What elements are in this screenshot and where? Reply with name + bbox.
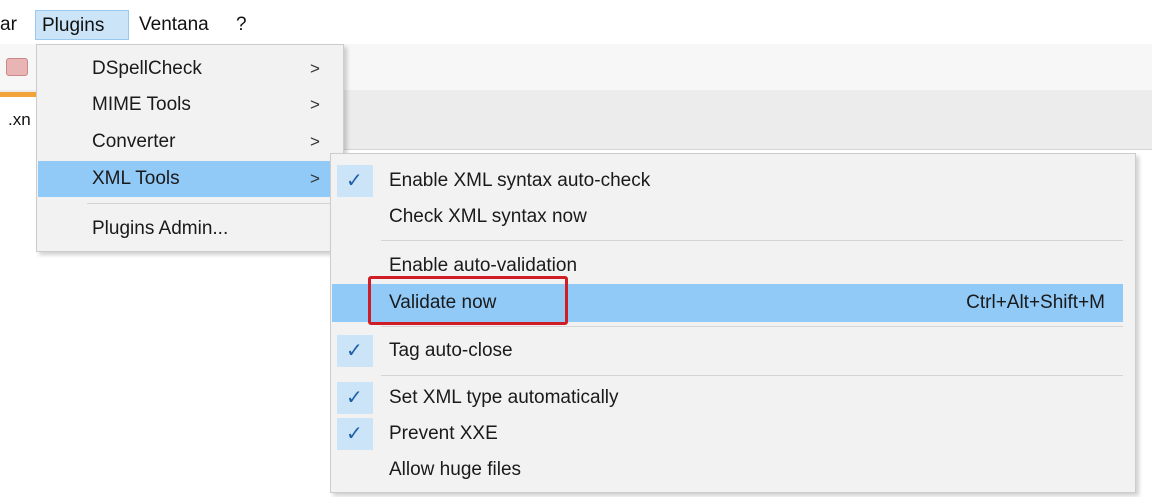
- menu-item-label: Allow huge files: [389, 459, 522, 480]
- menu-item-prevent-xxe[interactable]: ✓ Prevent XXE: [332, 416, 1134, 452]
- menubar-item-partial[interactable]: ar: [0, 10, 28, 40]
- menu-separator: [381, 375, 1123, 376]
- menu-item-check-xml-syntax-now[interactable]: Check XML syntax now: [332, 199, 1134, 235]
- submenu-arrow-icon: >: [310, 169, 320, 188]
- menu-item-set-xml-type-automatically[interactable]: ✓ Set XML type automatically: [332, 380, 1134, 416]
- menu-item-converter[interactable]: Converter >: [38, 124, 342, 160]
- menu-item-plugins-admin[interactable]: Plugins Admin...: [38, 211, 342, 247]
- menubar-item-plugins[interactable]: Plugins: [35, 10, 129, 40]
- submenu-arrow-icon: >: [310, 95, 320, 114]
- menu-item-enable-xml-syntax-auto-check[interactable]: ✓ Enable XML syntax auto-check: [332, 163, 1134, 199]
- menu-item-shortcut: Ctrl+Alt+Shift+M: [966, 292, 1105, 313]
- menu-item-label: Check XML syntax now: [389, 206, 587, 227]
- menu-separator: [381, 240, 1123, 241]
- checkmark-icon: ✓: [346, 387, 363, 409]
- submenu-arrow-icon: >: [310, 132, 320, 151]
- menu-item-label: Enable XML syntax auto-check: [389, 170, 651, 191]
- annotation-highlight-box: [368, 276, 568, 325]
- document-tab-label: .xn: [8, 110, 31, 129]
- menu-item-xml-tools[interactable]: XML Tools >: [38, 161, 342, 197]
- menubar-item-ventana[interactable]: Ventana: [139, 10, 219, 40]
- menu-item-label: Converter: [92, 131, 176, 152]
- checkmark-icon: ✓: [346, 170, 363, 192]
- menu-item-label: DSpellCheck: [92, 58, 202, 79]
- checkmark-icon: ✓: [346, 340, 363, 362]
- menu-item-dspellcheck[interactable]: DSpellCheck >: [38, 51, 342, 87]
- menu-separator: [87, 203, 337, 204]
- toolbar-file-icon[interactable]: [6, 58, 28, 76]
- menu-item-mime-tools[interactable]: MIME Tools >: [38, 87, 342, 123]
- submenu-arrow-icon: >: [310, 59, 320, 78]
- menu-separator: [381, 326, 1123, 327]
- menu-item-label: Plugins Admin...: [92, 218, 229, 239]
- menubar-item-help[interactable]: ?: [236, 10, 250, 40]
- menu-item-allow-huge-files[interactable]: Allow huge files: [332, 452, 1134, 488]
- menu-item-label: Tag auto-close: [389, 340, 513, 361]
- checkmark-icon: ✓: [346, 423, 363, 445]
- menu-item-tag-auto-close[interactable]: ✓ Tag auto-close: [332, 333, 1134, 369]
- menu-bar: ar Plugins Ventana ?: [0, 0, 1152, 44]
- menu-item-label: Set XML type automatically: [389, 387, 619, 408]
- menu-item-label: XML Tools: [92, 168, 180, 189]
- menu-item-label: MIME Tools: [92, 94, 191, 115]
- menu-item-label: Prevent XXE: [389, 423, 498, 444]
- plugins-menu: DSpellCheck > MIME Tools > Converter > X…: [36, 44, 344, 252]
